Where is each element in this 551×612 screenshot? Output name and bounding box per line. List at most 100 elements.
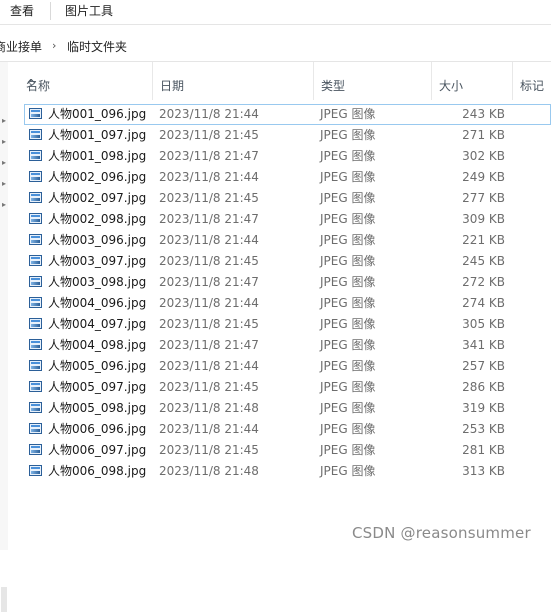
file-row[interactable]: 人物004_098.jpg 2023/11/8 21:47 JPEG 图像 34…: [24, 335, 551, 356]
image-file-icon: [29, 381, 42, 392]
column-header-date[interactable]: 日期: [153, 62, 314, 100]
file-row[interactable]: 人物002_097.jpg 2023/11/8 21:45 JPEG 图像 27…: [24, 188, 551, 209]
file-row[interactable]: 人物003_097.jpg 2023/11/8 21:45 JPEG 图像 24…: [24, 251, 551, 272]
file-size: 277 KB: [462, 191, 505, 205]
file-row[interactable]: 人物002_096.jpg 2023/11/8 21:44 JPEG 图像 24…: [24, 167, 551, 188]
file-name: 人物003_097.jpg: [48, 254, 147, 268]
file-size: 271 KB: [462, 128, 505, 142]
file-name: 人物002_098.jpg: [48, 212, 147, 226]
image-file-icon: [29, 318, 42, 329]
file-date: 2023/11/8 21:45: [159, 317, 259, 331]
file-row[interactable]: 人物003_098.jpg 2023/11/8 21:47 JPEG 图像 27…: [24, 272, 551, 293]
file-type: JPEG 图像: [320, 149, 376, 163]
file-row[interactable]: 人物004_096.jpg 2023/11/8 21:44 JPEG 图像 27…: [24, 293, 551, 314]
file-type: JPEG 图像: [320, 380, 376, 394]
file-row[interactable]: 人物005_097.jpg 2023/11/8 21:45 JPEG 图像 28…: [24, 377, 551, 398]
image-file-icon: [29, 108, 42, 119]
column-header: ^ 名称 日期 类型 大小 标记: [8, 62, 551, 100]
expand-arrow-icon[interactable]: ▸: [0, 179, 8, 188]
file-size: 272 KB: [462, 275, 505, 289]
breadcrumb-item-business[interactable]: 商业接单: [0, 38, 42, 55]
file-type: JPEG 图像: [320, 359, 376, 373]
file-name: 人物003_098.jpg: [48, 275, 147, 289]
expand-arrow-icon[interactable]: ▸: [0, 116, 8, 125]
file-type: JPEG 图像: [320, 338, 376, 352]
file-name: 人物003_096.jpg: [48, 233, 147, 247]
file-name: 人物001_098.jpg: [48, 149, 147, 163]
file-size: 249 KB: [462, 170, 505, 184]
file-type: JPEG 图像: [320, 296, 376, 310]
file-type: JPEG 图像: [320, 464, 376, 478]
file-row[interactable]: 人物001_096.jpg 2023/11/8 21:44 JPEG 图像 24…: [24, 104, 551, 125]
file-size: 313 KB: [462, 464, 505, 478]
file-date: 2023/11/8 21:45: [159, 191, 259, 205]
file-row[interactable]: 人物003_096.jpg 2023/11/8 21:44 JPEG 图像 22…: [24, 230, 551, 251]
column-header-name[interactable]: ^ 名称: [19, 62, 153, 100]
expand-arrow-icon[interactable]: ▸: [0, 137, 8, 146]
image-file-icon: [29, 402, 42, 413]
scrollbar-thumb[interactable]: [1, 587, 7, 612]
image-file-icon: [29, 171, 42, 182]
file-date: 2023/11/8 21:44: [159, 107, 259, 121]
file-name: 人物001_097.jpg: [48, 128, 147, 142]
column-header-tags[interactable]: 标记: [513, 62, 551, 100]
file-size: 319 KB: [462, 401, 505, 415]
file-size: 245 KB: [462, 254, 505, 268]
expand-arrow-icon[interactable]: ▸: [0, 200, 8, 209]
image-file-icon: [29, 297, 42, 308]
tab-picture-tools[interactable]: 图片工具: [65, 3, 113, 19]
file-date: 2023/11/8 21:47: [159, 149, 259, 163]
breadcrumb-chevron-icon[interactable]: ›: [52, 39, 56, 52]
file-date: 2023/11/8 21:44: [159, 359, 259, 373]
file-row[interactable]: 人物005_098.jpg 2023/11/8 21:48 JPEG 图像 31…: [24, 398, 551, 419]
image-file-icon: [29, 234, 42, 245]
file-date: 2023/11/8 21:45: [159, 254, 259, 268]
ribbon-divider: [50, 2, 51, 20]
file-list: 人物001_096.jpg 2023/11/8 21:44 JPEG 图像 24…: [24, 104, 551, 482]
file-row[interactable]: 人物006_098.jpg 2023/11/8 21:48 JPEG 图像 31…: [24, 461, 551, 482]
file-row[interactable]: 人物001_097.jpg 2023/11/8 21:45 JPEG 图像 27…: [24, 125, 551, 146]
watermark: CSDN @reasonsummer: [352, 524, 531, 542]
file-type: JPEG 图像: [320, 401, 376, 415]
file-type: JPEG 图像: [320, 170, 376, 184]
file-name: 人物006_098.jpg: [48, 464, 147, 478]
file-type: JPEG 图像: [320, 317, 376, 331]
image-file-icon: [29, 276, 42, 287]
navigation-pane-edge: ▸ ▸ ▸ ▸ ▸: [0, 62, 8, 612]
file-size: 243 KB: [462, 107, 505, 121]
file-row[interactable]: 人物005_096.jpg 2023/11/8 21:44 JPEG 图像 25…: [24, 356, 551, 377]
file-size: 253 KB: [462, 422, 505, 436]
ribbon-tabs: 查看 图片工具: [0, 0, 551, 25]
expand-arrow-icon[interactable]: ▸: [0, 158, 8, 167]
file-name: 人物001_096.jpg: [48, 107, 147, 121]
column-header-size[interactable]: 大小: [432, 62, 513, 100]
file-type: JPEG 图像: [320, 443, 376, 457]
file-date: 2023/11/8 21:44: [159, 422, 259, 436]
file-size: 305 KB: [462, 317, 505, 331]
image-file-icon: [29, 465, 42, 476]
file-size: 274 KB: [462, 296, 505, 310]
image-file-icon: [29, 339, 42, 350]
file-size: 281 KB: [462, 443, 505, 457]
file-date: 2023/11/8 21:45: [159, 128, 259, 142]
image-file-icon: [29, 255, 42, 266]
image-file-icon: [29, 192, 42, 203]
file-row[interactable]: 人物006_097.jpg 2023/11/8 21:45 JPEG 图像 28…: [24, 440, 551, 461]
file-row[interactable]: 人物001_098.jpg 2023/11/8 21:47 JPEG 图像 30…: [24, 146, 551, 167]
file-date: 2023/11/8 21:44: [159, 233, 259, 247]
breadcrumb-item-temp-folder[interactable]: 临时文件夹: [67, 38, 127, 55]
file-name: 人物002_097.jpg: [48, 191, 147, 205]
breadcrumb: 商业接单 › 临时文件夹: [0, 31, 551, 62]
file-row[interactable]: 人物006_096.jpg 2023/11/8 21:44 JPEG 图像 25…: [24, 419, 551, 440]
file-date: 2023/11/8 21:47: [159, 212, 259, 226]
file-size: 309 KB: [462, 212, 505, 226]
file-name: 人物005_098.jpg: [48, 401, 147, 415]
image-file-icon: [29, 150, 42, 161]
file-row[interactable]: 人物004_097.jpg 2023/11/8 21:45 JPEG 图像 30…: [24, 314, 551, 335]
column-header-type[interactable]: 类型: [314, 62, 432, 100]
file-row[interactable]: 人物002_098.jpg 2023/11/8 21:47 JPEG 图像 30…: [24, 209, 551, 230]
file-type: JPEG 图像: [320, 107, 376, 121]
tab-view[interactable]: 查看: [10, 3, 34, 19]
file-date: 2023/11/8 21:45: [159, 443, 259, 457]
file-date: 2023/11/8 21:48: [159, 464, 259, 478]
